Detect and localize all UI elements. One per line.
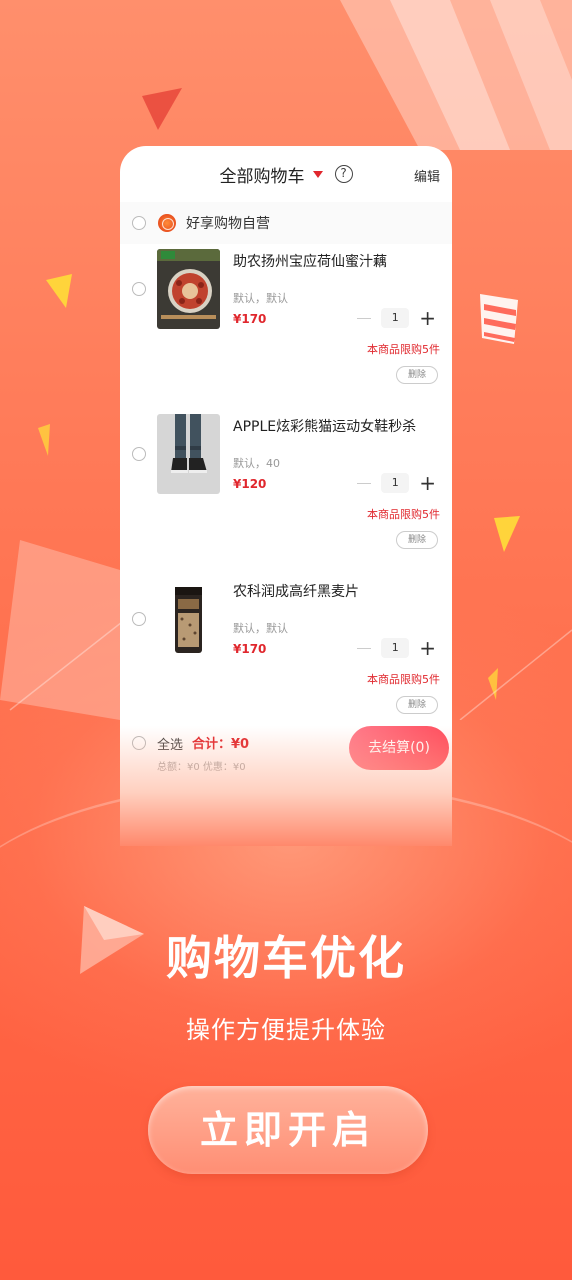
plus-icon[interactable]: + <box>419 308 436 328</box>
item-spec[interactable]: 默认，默认 <box>233 290 288 306</box>
cart-item: APPLE炫彩熊猫运动女鞋秒杀 默认，40 ¥120 1 + 本商品限购5件 删… <box>120 409 452 574</box>
quantity-value[interactable]: 1 <box>381 638 410 658</box>
item-name[interactable]: 农科润成高纤黑麦片 <box>233 581 359 601</box>
plus-icon[interactable]: + <box>419 638 436 658</box>
item-price: ¥170 <box>233 642 267 656</box>
cart-header: 全部购物车 ? 编辑 <box>120 146 452 202</box>
edit-button[interactable]: 编辑 <box>414 166 440 185</box>
quantity-stepper: 1 + <box>357 308 436 328</box>
item-name[interactable]: 助农扬州宝应荷仙蜜汁藕 <box>233 251 387 271</box>
item-select-radio[interactable] <box>132 447 146 461</box>
purchase-limit-note: 本商品限购5件 <box>367 343 440 356</box>
quantity-value[interactable]: 1 <box>381 308 410 328</box>
shop-name[interactable]: 好享购物自营 <box>186 213 270 233</box>
purchase-limit-note: 本商品限购5件 <box>367 673 440 686</box>
item-select-radio[interactable] <box>132 282 146 296</box>
cart-item: 农科润成高纤黑麦片 默认，默认 ¥170 1 + 本商品限购5件 删除 <box>120 574 452 739</box>
purchase-limit-note: 本商品限购5件 <box>367 508 440 521</box>
plus-icon[interactable]: + <box>419 473 436 493</box>
subtotal-discount: 总额：¥0 优惠：¥0 <box>157 762 246 773</box>
promo-headline: 购物车优化 <box>166 931 406 985</box>
minus-icon[interactable] <box>357 482 372 484</box>
promo-subline: 操作方便提升体验 <box>186 1016 386 1044</box>
checkout-button[interactable]: 去结算(0) <box>349 726 449 770</box>
start-now-button[interactable]: 立即开启 <box>148 1086 428 1174</box>
minus-icon[interactable] <box>357 317 372 319</box>
item-spec[interactable]: 默认，40 <box>233 455 280 471</box>
red-shard-decor <box>142 88 182 130</box>
delete-button[interactable]: 删除 <box>396 531 438 549</box>
dropdown-caret-icon[interactable] <box>312 170 323 178</box>
help-icon[interactable]: ? <box>334 165 353 183</box>
quantity-stepper: 1 + <box>357 473 436 493</box>
checkout-bar: 全选 合计：¥0 总额：¥0 优惠：¥0 去结算(0) <box>120 724 452 784</box>
delete-button[interactable]: 删除 <box>396 696 438 714</box>
delete-button[interactable]: 删除 <box>396 366 438 384</box>
striped-shape-decor <box>340 0 572 150</box>
phone-mockup: 全部购物车 ? 编辑 好享购物自营 助农扬州宝应荷仙蜜汁藕 默认，默认 ¥170… <box>120 146 452 846</box>
shop-logo-icon <box>158 214 176 232</box>
item-select-radio[interactable] <box>132 612 146 626</box>
sneakers-photo-icon[interactable] <box>157 414 220 494</box>
item-name[interactable]: APPLE炫彩熊猫运动女鞋秒杀 <box>233 416 416 436</box>
item-price: ¥170 <box>233 312 267 326</box>
minus-icon[interactable] <box>357 647 372 649</box>
shop-row: 好享购物自营 <box>120 202 452 244</box>
cart-item: 助农扬州宝应荷仙蜜汁藕 默认，默认 ¥170 1 + 本商品限购5件 删除 <box>120 244 452 409</box>
total-amount: 合计：¥0 <box>192 737 250 752</box>
item-price: ¥120 <box>233 477 267 491</box>
shop-select-radio[interactable] <box>132 216 146 230</box>
lotus-root-dish-icon[interactable] <box>157 249 220 329</box>
item-spec[interactable]: 默认，默认 <box>233 620 288 636</box>
cart-title[interactable]: 全部购物车 <box>220 162 305 187</box>
select-all-radio[interactable] <box>132 736 146 750</box>
quantity-stepper: 1 + <box>357 638 436 658</box>
quantity-value[interactable]: 1 <box>381 473 410 493</box>
oat-jar-icon[interactable] <box>157 579 220 659</box>
select-all-label[interactable]: 全选 <box>157 734 183 753</box>
